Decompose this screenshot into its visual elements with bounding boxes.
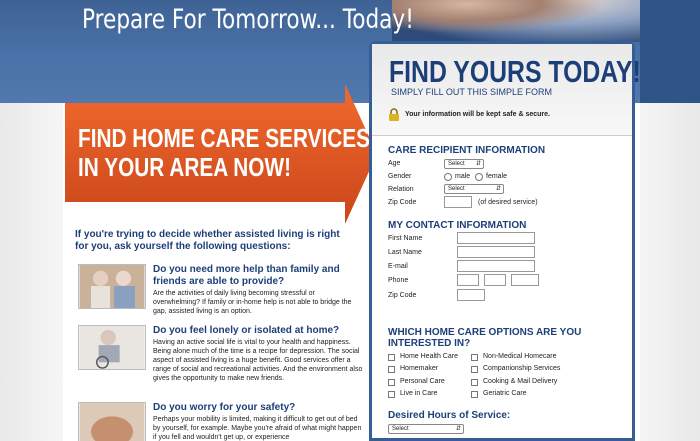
care-recipient-heading: CARE RECIPIENT INFORMATION xyxy=(388,145,546,156)
hero-photo xyxy=(392,0,642,42)
relation-label: Relation xyxy=(388,186,414,193)
hours-heading: Desired Hours of Service: xyxy=(388,410,511,421)
question-title: Do you worry for your safety? xyxy=(153,402,296,413)
options-heading-line-1: WHICH HOME CARE OPTIONS ARE YOU xyxy=(388,327,582,338)
first-name-input[interactable] xyxy=(457,232,535,244)
form-header: FIND YOURS TODAY! SIMPLY FILL OUT THIS S… xyxy=(372,44,641,136)
chevron-down-icon: ⇵ xyxy=(495,186,501,192)
chevron-down-icon: ⇵ xyxy=(455,426,461,432)
option-checkbox[interactable] xyxy=(388,366,395,373)
age-label: Age xyxy=(388,160,401,167)
last-name-input[interactable] xyxy=(457,246,535,258)
secure-note: Your information will be kept safe & sec… xyxy=(405,111,550,118)
option-label: Geriatric Care xyxy=(483,390,527,397)
phone-prefix-input[interactable] xyxy=(484,274,506,286)
option-checkbox[interactable] xyxy=(388,354,395,361)
phone-label: Phone xyxy=(388,277,409,284)
question-body: Perhaps your mobility is limited, making… xyxy=(153,416,362,441)
recipient-zip-label: Zip Code xyxy=(388,199,417,206)
form-subheadline: SIMPLY FILL OUT THIS SIMPLE FORM xyxy=(391,87,553,97)
question-body: Are the activities of daily living becom… xyxy=(153,290,352,315)
right-gutter xyxy=(640,103,700,441)
safety-photo xyxy=(78,402,146,441)
option-checkbox[interactable] xyxy=(471,366,478,373)
zip-note: (of desired service) xyxy=(478,199,538,206)
option-label: Non-Medical Homecare xyxy=(483,353,557,360)
female-label: female xyxy=(486,173,508,180)
chevron-down-icon: ⇵ xyxy=(475,161,481,167)
hero-right-band xyxy=(640,0,700,103)
age-select-value: Select xyxy=(448,161,465,167)
option-label: Companionship Services xyxy=(483,365,561,372)
female-radio[interactable] xyxy=(475,173,483,181)
relation-select-value: Select xyxy=(448,186,465,192)
question-title: Do you feel lonely or isolated at home? xyxy=(153,325,340,336)
hours-select-value: Select xyxy=(392,426,409,432)
relation-select[interactable]: Select ⇵ xyxy=(444,184,504,194)
banner-line-2: IN YOUR AREA NOW! xyxy=(78,152,292,182)
question-body: Having an active social life is vital to… xyxy=(153,339,363,382)
email-input[interactable] xyxy=(457,260,535,272)
option-label: Live in Care xyxy=(400,390,438,397)
gender-label: Gender xyxy=(388,173,412,180)
option-checkbox[interactable] xyxy=(471,391,478,398)
left-gutter xyxy=(0,103,63,441)
option-checkbox[interactable] xyxy=(471,354,478,361)
contact-zip-label: Zip Code xyxy=(388,292,417,299)
phone-area-input[interactable] xyxy=(457,274,479,286)
option-label: Home Health Care xyxy=(400,353,458,360)
couple-photo xyxy=(78,264,146,309)
banner-line-1: FIND HOME CARE SERVICES xyxy=(78,123,371,153)
recipient-zip-input[interactable] xyxy=(444,196,472,208)
banner-headline: FIND HOME CARE SERVICES IN YOUR AREA NOW… xyxy=(78,124,370,182)
male-label: male xyxy=(455,173,471,180)
lead-form: FIND YOURS TODAY! SIMPLY FILL OUT THIS S… xyxy=(369,41,641,441)
options-heading-line-2: INTERESTED IN? xyxy=(388,338,471,349)
form-headline: FIND YOURS TODAY! xyxy=(389,54,641,89)
option-checkbox[interactable] xyxy=(471,379,478,386)
option-checkbox[interactable] xyxy=(388,391,395,398)
option-label: Homemaker xyxy=(400,365,439,372)
last-name-label: Last Name xyxy=(388,249,422,256)
wheelchair-photo xyxy=(78,325,146,370)
age-select[interactable]: Select ⇵ xyxy=(444,159,484,169)
contact-heading: MY CONTACT INFORMATION xyxy=(388,220,527,231)
hero-title: Prepare For Tomorrow... Today! xyxy=(82,4,414,35)
option-checkbox[interactable] xyxy=(388,379,395,386)
intro-text: If you're trying to decide whether assis… xyxy=(75,229,340,252)
option-label: Personal Care xyxy=(400,378,445,385)
lock-icon xyxy=(389,108,399,121)
contact-zip-input[interactable] xyxy=(457,289,485,301)
options-heading: WHICH HOME CARE OPTIONS ARE YOU INTEREST… xyxy=(388,327,581,349)
option-label: Cooking & Mail Delivery xyxy=(483,378,558,385)
question-title: Do you need more help than family and fr… xyxy=(153,264,340,287)
male-radio[interactable] xyxy=(444,173,452,181)
phone-line-input[interactable] xyxy=(511,274,539,286)
first-name-label: First Name xyxy=(388,235,423,242)
email-label: E-mail xyxy=(388,263,408,270)
hours-select[interactable]: Select ⇵ xyxy=(388,424,464,434)
